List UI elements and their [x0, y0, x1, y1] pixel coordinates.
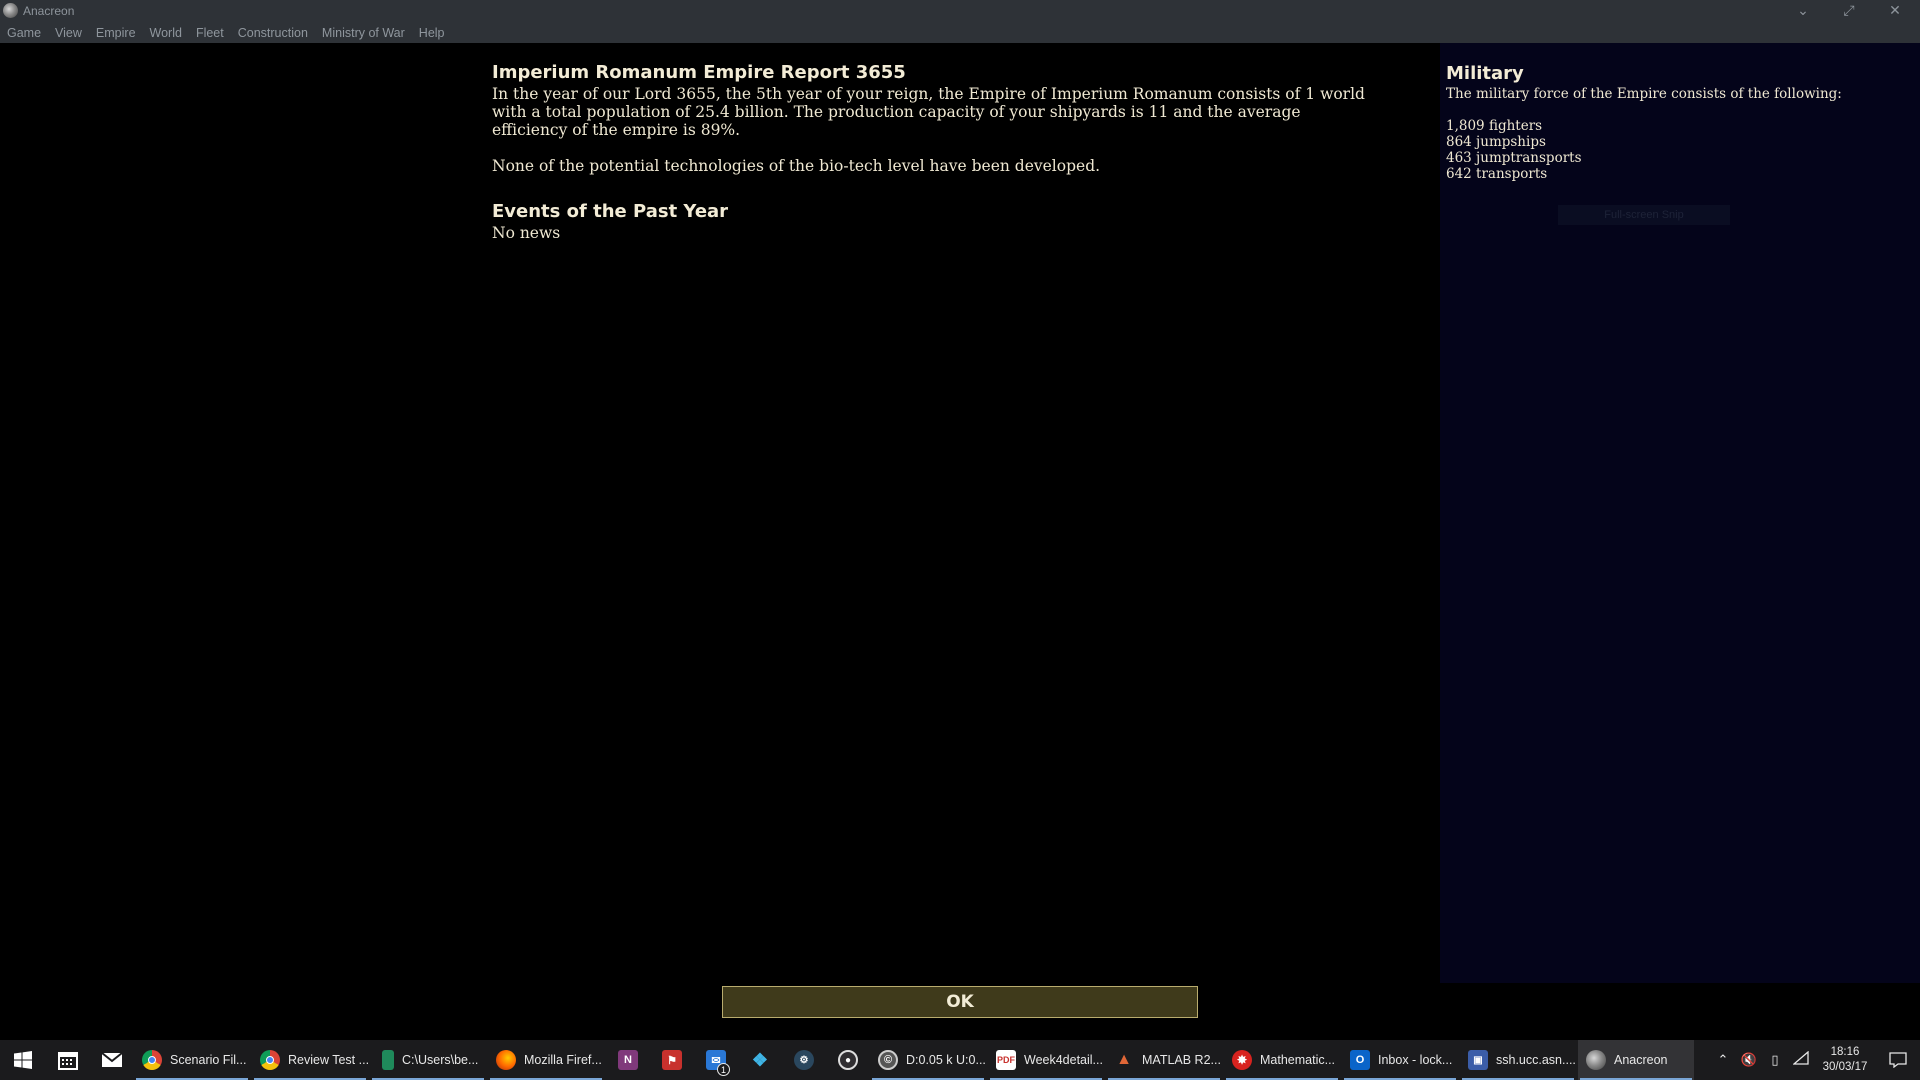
- minimize-button[interactable]: ⌄: [1780, 0, 1826, 22]
- taskbar-app-anacreon[interactable]: Anacreon: [1578, 1040, 1694, 1080]
- chevron-down-icon: ⌄: [1797, 3, 1809, 19]
- military-panel: Military The military force of the Empir…: [1440, 43, 1920, 983]
- mail-icon: [101, 1052, 123, 1067]
- taskbar-app-firefox[interactable]: Mozilla Firef...: [488, 1040, 604, 1080]
- firefox-icon: [496, 1050, 516, 1070]
- pdf-icon: PDF: [996, 1050, 1016, 1070]
- report-summary: In the year of our Lord 3655, the 5th ye…: [492, 85, 1365, 139]
- military-item-jumptransports: 463 jumptransports: [1446, 150, 1582, 166]
- taskbar: Scenario Fil... Review Test ... C:\Users…: [0, 1040, 1920, 1080]
- chevron-up-icon[interactable]: ⌃: [1710, 1053, 1736, 1068]
- taskbar-app-label: C:\Users\be...: [402, 1053, 479, 1067]
- taskbar-app-label: Scenario Fil...: [170, 1053, 247, 1067]
- military-item-fighters: 1,809 fighters: [1446, 118, 1543, 134]
- menu-world[interactable]: World: [145, 26, 187, 40]
- taskbar-obs[interactable]: ●: [826, 1040, 870, 1080]
- wifi-icon[interactable]: [1788, 1050, 1814, 1069]
- taskbar-app-label: Mozilla Firef...: [524, 1053, 602, 1067]
- taskbar-app-label: Week4detail...: [1024, 1053, 1103, 1067]
- obs-icon: ●: [838, 1050, 858, 1070]
- chrome-icon: [142, 1050, 162, 1070]
- taskbar-app-label: ssh.ucc.asn....: [1496, 1053, 1576, 1067]
- taskbar-messenger[interactable]: ✉ 1: [694, 1040, 738, 1080]
- action-center-button[interactable]: [1876, 1052, 1920, 1068]
- military-description: The military force of the Empire consist…: [1446, 86, 1842, 102]
- taskbar-app-label: Inbox - lock...: [1378, 1053, 1453, 1067]
- taskbar-app-review[interactable]: Review Test ...: [252, 1040, 368, 1080]
- report-tech-status: None of the potential technologies of th…: [492, 157, 1101, 175]
- menu-help[interactable]: Help: [414, 26, 450, 40]
- taskbar-app-ssh[interactable]: ▣ ssh.ucc.asn....: [1460, 1040, 1576, 1080]
- steam-icon: ⚙: [794, 1050, 814, 1070]
- clock-time: 18:16: [1830, 1046, 1860, 1058]
- taskbar-app-pdf[interactable]: PDF Week4detail...: [988, 1040, 1104, 1080]
- battery-icon[interactable]: ▯: [1762, 1053, 1788, 1068]
- notification-badge: 1: [717, 1063, 730, 1076]
- close-button[interactable]: ✕: [1872, 0, 1918, 22]
- report-title: Imperium Romanum Empire Report 3655: [492, 62, 906, 83]
- chrome-icon: [260, 1050, 280, 1070]
- anacreon-icon: [1586, 1050, 1606, 1070]
- kodi-icon: ❖: [751, 1049, 769, 1070]
- menu-empire[interactable]: Empire: [91, 26, 141, 40]
- bookmark-reader-icon: ⚑: [662, 1050, 682, 1070]
- title-bar: Anacreon ⌄ ⤢ ✕: [0, 0, 1920, 22]
- file-explorer-icon: [382, 1050, 394, 1070]
- military-item-transports: 642 transports: [1446, 166, 1548, 182]
- volume-muted-icon[interactable]: 🔇: [1736, 1053, 1762, 1068]
- taskbar-kodi[interactable]: ❖: [738, 1040, 782, 1080]
- events-text: No news: [492, 224, 561, 242]
- expand-icon: ⤢: [1843, 3, 1855, 19]
- taskbar-app-scenario[interactable]: Scenario Fil...: [134, 1040, 250, 1080]
- military-list: 1,809 fighters 864 jumpships 463 jumptra…: [1446, 118, 1842, 182]
- military-title: Military: [1446, 63, 1524, 84]
- taskbar-reader[interactable]: ⚑: [650, 1040, 694, 1080]
- torrent-icon: ©: [878, 1050, 898, 1070]
- menu-bar: Game View Empire World Fleet Constructio…: [0, 22, 1920, 43]
- close-icon: ✕: [1889, 3, 1901, 19]
- menu-game[interactable]: Game: [2, 26, 46, 40]
- anacreon-app-icon: [3, 3, 18, 18]
- taskbar-app-explorer[interactable]: C:\Users\be...: [370, 1040, 486, 1080]
- taskbar-app-label: Mathematic...: [1260, 1053, 1336, 1067]
- matlab-icon: ▲: [1116, 1051, 1132, 1068]
- taskbar-steam[interactable]: ⚙: [782, 1040, 826, 1080]
- menu-view[interactable]: View: [50, 26, 87, 40]
- empire-report: Imperium Romanum Empire Report 3655 In t…: [492, 62, 1392, 242]
- mathematica-icon: ✸: [1232, 1050, 1252, 1070]
- start-button[interactable]: [0, 1040, 46, 1080]
- window-title: Anacreon: [23, 4, 75, 18]
- menu-construction[interactable]: Construction: [233, 26, 313, 40]
- ssh-icon: ▣: [1468, 1050, 1488, 1070]
- menu-fleet[interactable]: Fleet: [191, 26, 229, 40]
- clock-date: 30/03/17: [1822, 1061, 1868, 1073]
- taskbar-app-label: MATLAB R2...: [1142, 1053, 1221, 1067]
- menu-ministry-of-war[interactable]: Ministry of War: [317, 26, 410, 40]
- taskbar-calendar[interactable]: [46, 1040, 90, 1080]
- taskbar-app-mathematica[interactable]: ✸ Mathematic...: [1224, 1040, 1340, 1080]
- taskbar-app-matlab[interactable]: ▲ MATLAB R2...: [1106, 1040, 1222, 1080]
- taskbar-clock[interactable]: 18:16 30/03/17: [1814, 1045, 1876, 1075]
- taskbar-app-label: Review Test ...: [288, 1053, 368, 1067]
- outlook-icon: O: [1350, 1050, 1370, 1070]
- system-tray: ⌃ 🔇 ▯ 18:16 30/03/17: [1710, 1040, 1920, 1080]
- calendar-icon: [58, 1052, 78, 1070]
- snip-overlay-button[interactable]: Full-screen Snip: [1558, 205, 1730, 225]
- taskbar-app-label: D:0.05 k U:0....: [906, 1053, 986, 1067]
- onenote-icon: N: [618, 1050, 638, 1070]
- maximize-button[interactable]: ⤢: [1826, 0, 1872, 22]
- military-item-jumpships: 864 jumpships: [1446, 134, 1546, 150]
- taskbar-app-torrent[interactable]: © D:0.05 k U:0....: [870, 1040, 986, 1080]
- notification-icon: [1889, 1052, 1907, 1068]
- ok-button[interactable]: OK: [722, 986, 1198, 1018]
- events-title: Events of the Past Year: [492, 201, 729, 222]
- taskbar-onenote[interactable]: N: [606, 1040, 650, 1080]
- taskbar-mail[interactable]: [90, 1040, 134, 1080]
- windows-logo-icon: [14, 1051, 32, 1069]
- taskbar-app-outlook[interactable]: O Inbox - lock...: [1342, 1040, 1458, 1080]
- taskbar-app-label: Anacreon: [1614, 1053, 1668, 1067]
